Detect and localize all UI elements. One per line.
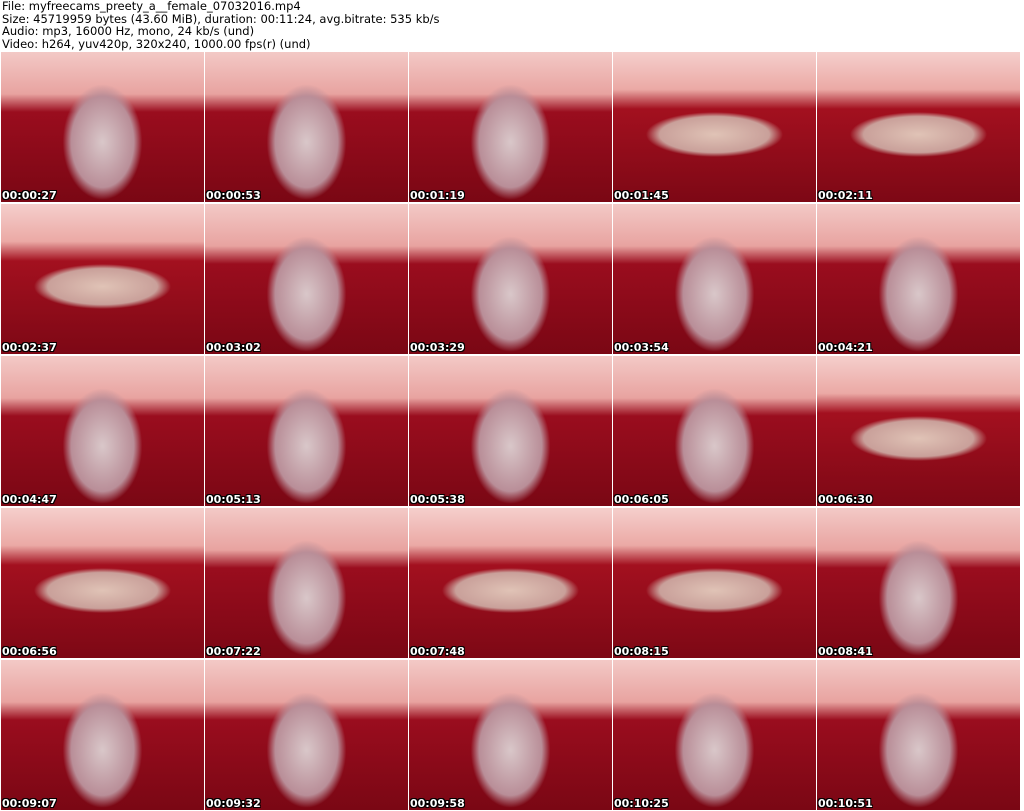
timestamp-label: 00:09:58 [410,797,465,810]
video-thumbnail: 00:02:37 [1,204,204,354]
video-thumbnail: 00:08:15 [613,508,816,658]
timestamp-label: 00:10:51 [818,797,873,810]
timestamp-label: 00:05:13 [206,493,261,506]
video-thumbnail: 00:10:25 [613,660,816,810]
video-thumbnail: 00:01:19 [409,52,612,202]
timestamp-label: 00:01:19 [410,189,465,202]
timestamp-label: 00:05:38 [410,493,465,506]
timestamp-label: 00:08:41 [818,645,873,658]
file-name: File: myfreecams_preety_a__female_070320… [2,0,301,13]
video-thumbnail: 00:01:45 [613,52,816,202]
timestamp-label: 00:00:27 [2,189,57,202]
video-thumbnail: 00:00:53 [205,52,408,202]
video-thumbnail: 00:03:54 [613,204,816,354]
timestamp-label: 00:03:02 [206,341,261,354]
video-info: Video: h264, yuv420p, 320x240, 1000.00 f… [2,36,311,51]
video-thumbnail: 00:07:48 [409,508,612,658]
timestamp-label: 00:08:15 [614,645,669,658]
timestamp-label: 00:06:30 [818,493,873,506]
timestamp-label: 00:02:11 [818,189,873,202]
timestamp-label: 00:10:25 [614,797,669,810]
video-thumbnail: 00:09:07 [1,660,204,810]
timestamp-label: 00:04:47 [2,493,57,506]
video-thumbnail: 00:06:56 [1,508,204,658]
video-thumbnail: 00:05:13 [205,356,408,506]
timestamp-label: 00:09:32 [206,797,261,810]
timestamp-label: 00:06:56 [2,645,57,658]
timestamp-label: 00:01:45 [614,189,669,202]
file-info-header: File: myfreecams_preety_a__female_070320… [2,0,440,50]
video-thumbnail: 00:03:02 [205,204,408,354]
timestamp-label: 00:06:05 [614,493,669,506]
timestamp-label: 00:09:07 [2,797,57,810]
timestamp-label: 00:07:22 [206,645,261,658]
video-thumbnail: 00:04:21 [817,204,1020,354]
video-thumbnail: 00:06:30 [817,356,1020,506]
video-thumbnail: 00:03:29 [409,204,612,354]
timestamp-label: 00:03:54 [614,341,669,354]
timestamp-label: 00:03:29 [410,341,465,354]
timestamp-label: 00:02:37 [2,341,57,354]
timestamp-label: 00:04:21 [818,341,873,354]
video-thumbnail: 00:09:58 [409,660,612,810]
timestamp-label: 00:00:53 [206,189,261,202]
video-thumbnail: 00:09:32 [205,660,408,810]
video-thumbnail: 00:08:41 [817,508,1020,658]
video-thumbnail: 00:00:27 [1,52,204,202]
video-thumbnail: 00:07:22 [205,508,408,658]
timestamp-label: 00:07:48 [410,645,465,658]
video-thumbnail: 00:06:05 [613,356,816,506]
video-thumbnail: 00:05:38 [409,356,612,506]
video-thumbnail: 00:02:11 [817,52,1020,202]
video-thumbnail: 00:10:51 [817,660,1020,810]
audio-info: Audio: mp3, 16000 Hz, mono, 24 kb/s (und… [2,24,255,38]
video-thumbnail: 00:04:47 [1,356,204,506]
thumbnail-grid: 00:00:27 00:00:53 00:01:19 00:01:45 00:02:11… [1,52,1020,810]
